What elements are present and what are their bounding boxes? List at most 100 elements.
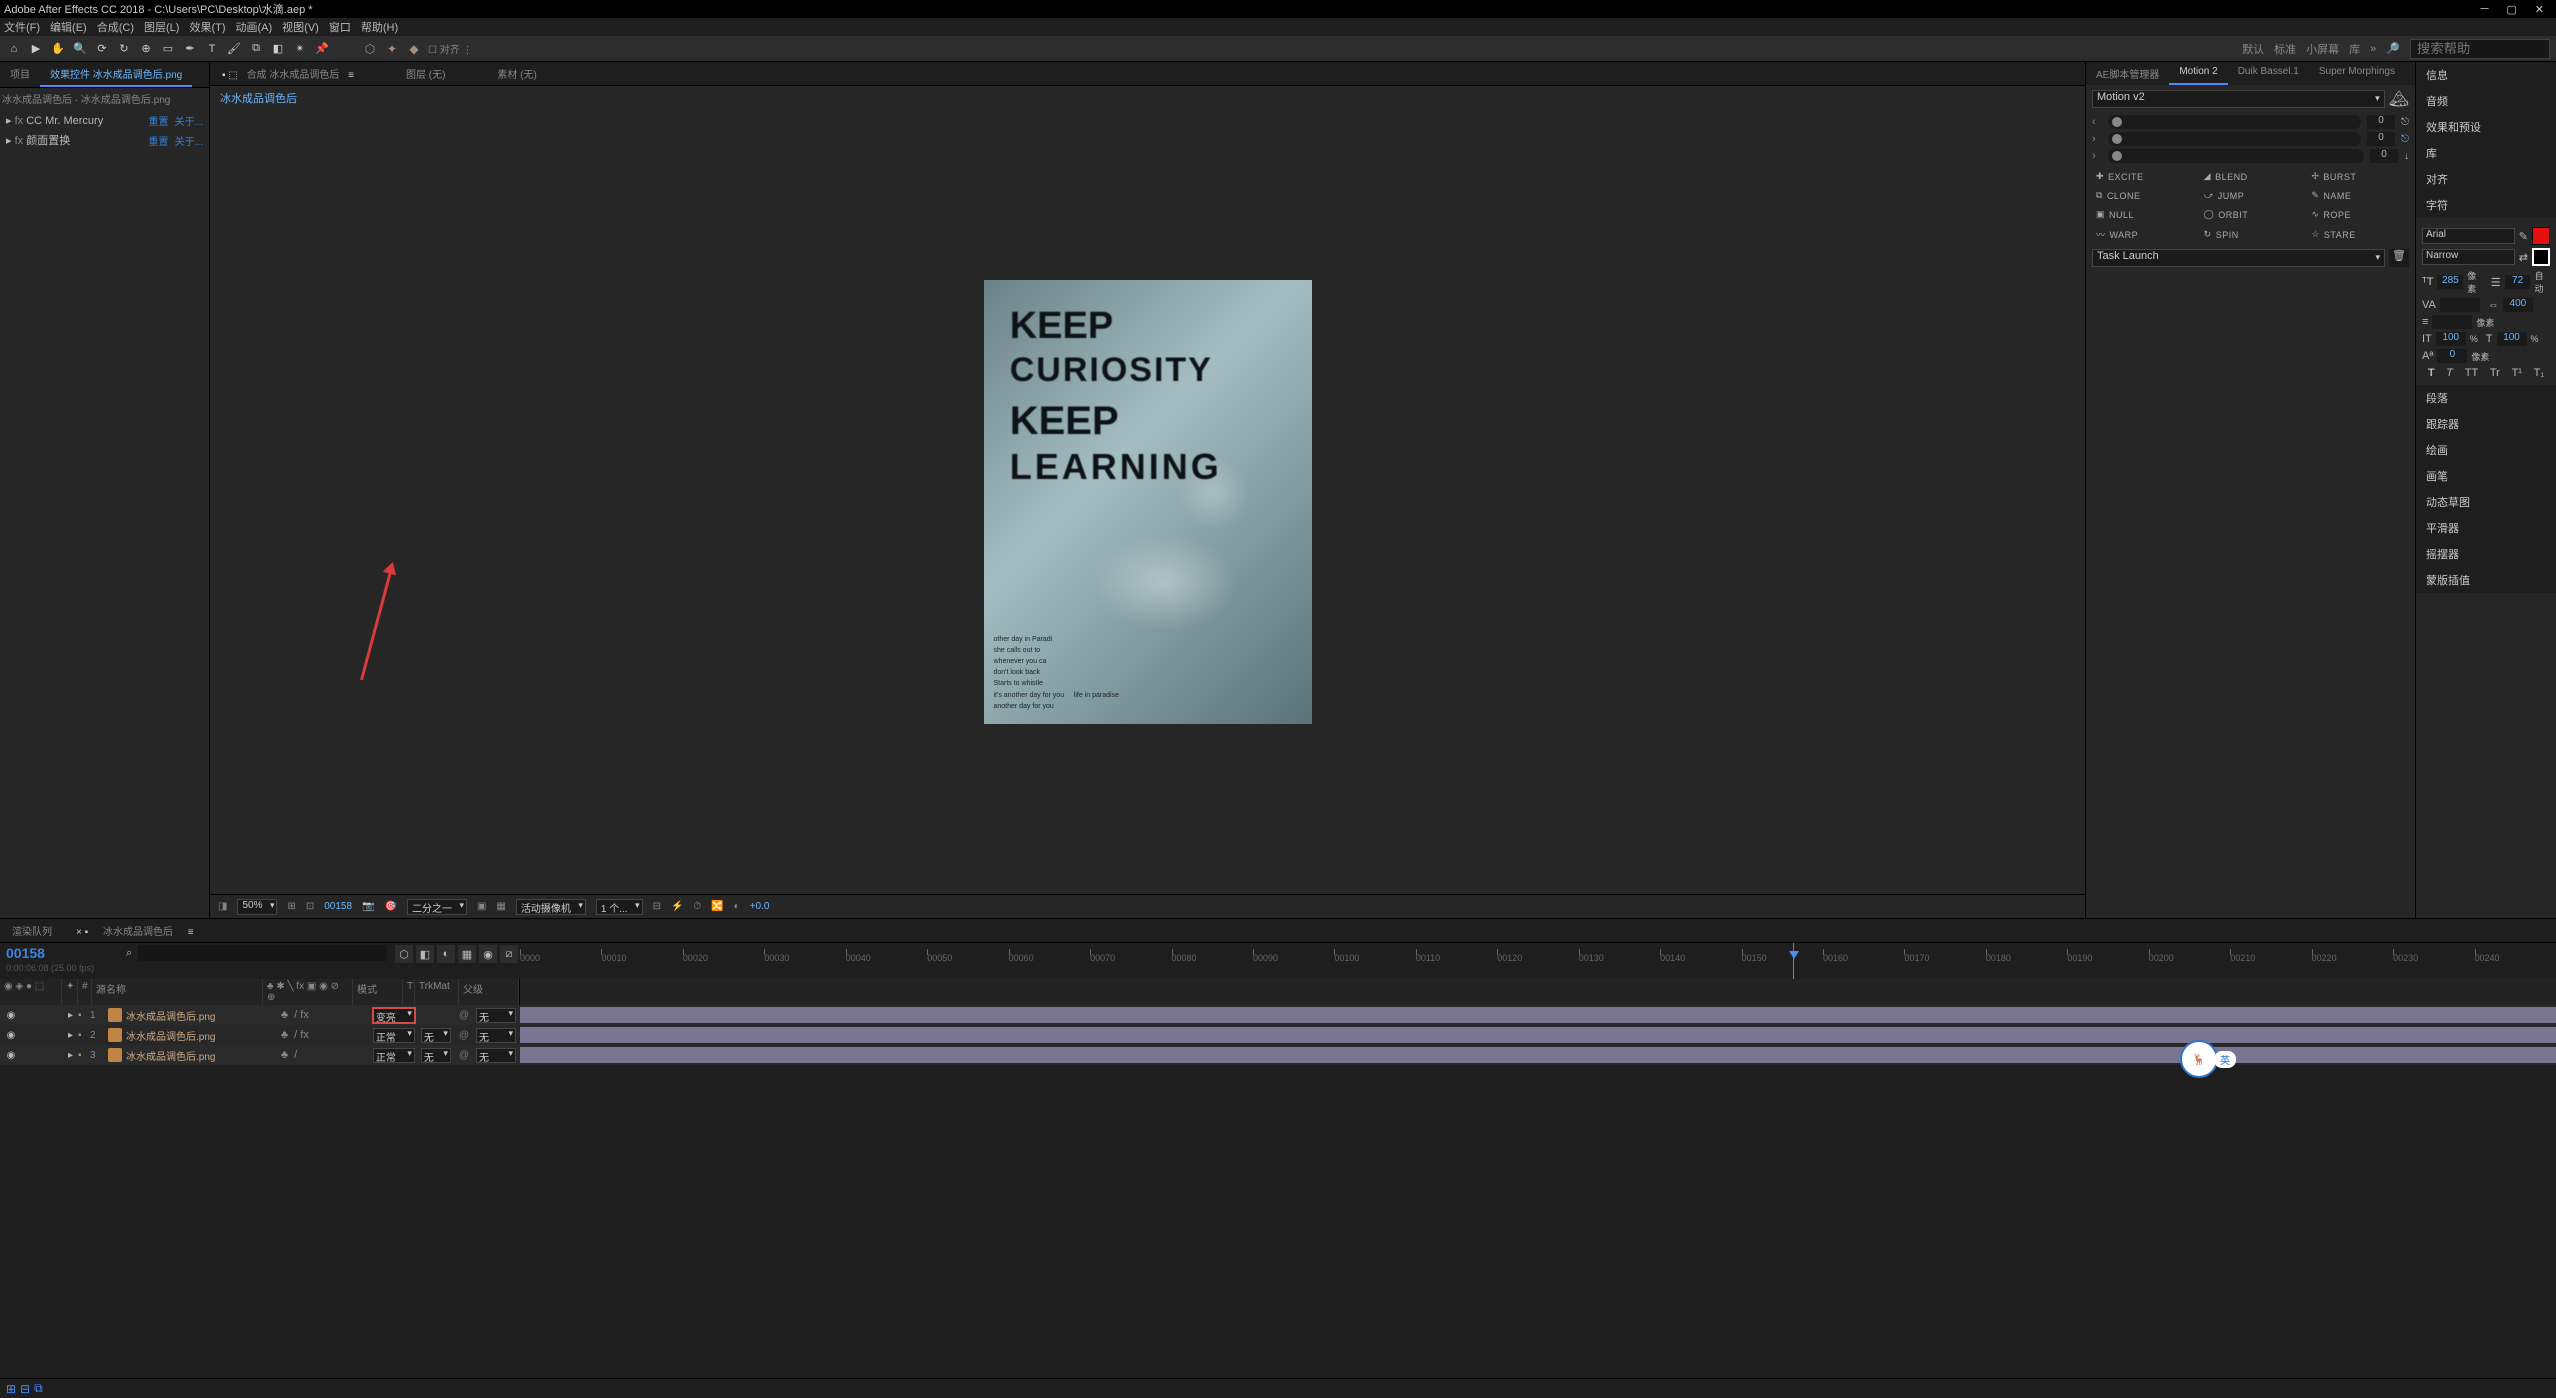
camera-dropdown[interactable]: 活动摄像机 bbox=[516, 899, 586, 915]
reset-exposure-icon[interactable]: ◐ bbox=[734, 901, 740, 912]
slider-1[interactable] bbox=[2108, 115, 2361, 129]
res-half-icon[interactable]: ⊞ bbox=[287, 901, 295, 912]
tab-duik[interactable]: Duik Bassel.1 bbox=[2228, 62, 2309, 85]
snapshot-icon[interactable]: 📷 bbox=[362, 901, 374, 912]
excite-button[interactable]: ✚ EXCITE bbox=[2092, 169, 2194, 184]
burst-button[interactable]: ✢ BURST bbox=[2307, 169, 2409, 184]
zoom-dropdown[interactable]: 50% bbox=[237, 899, 277, 915]
text-tool-icon[interactable]: T bbox=[204, 41, 220, 57]
axis-world-icon[interactable]: ✦ bbox=[384, 41, 400, 57]
pickwhip-icon[interactable]: @ bbox=[459, 1050, 469, 1061]
tracking-field[interactable]: 400 bbox=[2503, 298, 2533, 312]
fx-row[interactable]: ▸ fx 颜面置换 重置 关于... bbox=[4, 130, 205, 150]
tab-effect-controls[interactable]: 效果控件 冰水成品调色后.png bbox=[40, 62, 192, 87]
menu-composition[interactable]: 合成(C) bbox=[97, 19, 134, 35]
view-count-dropdown[interactable]: 1 个... bbox=[596, 899, 643, 915]
tab-render-queue[interactable]: 渲染队列 bbox=[0, 919, 64, 942]
menu-edit[interactable]: 编辑(E) bbox=[50, 19, 87, 35]
spin-button[interactable]: ↻ SPIN bbox=[2200, 226, 2302, 243]
workspace-default[interactable]: 默认 bbox=[2242, 41, 2264, 57]
tab-script-manager[interactable]: AE脚本管理器 bbox=[2086, 62, 2169, 85]
layer-row[interactable]: ◉ ▸ ▪ 1 冰水成品调色后.png ♣ / fx 变亮 @无 bbox=[0, 1005, 2556, 1025]
panel-motion-sketch[interactable]: 动态草图 bbox=[2416, 489, 2556, 515]
shape-tool-icon[interactable]: ▭ bbox=[160, 41, 176, 57]
stroke-width-field[interactable] bbox=[2432, 315, 2472, 329]
tab-composition[interactable]: ▪ ⬚ 合成 冰水成品调色后 ≡ bbox=[216, 62, 360, 85]
resolution-dropdown[interactable]: 二分之一 bbox=[407, 899, 467, 915]
motion-preset-dropdown[interactable]: Motion v2 bbox=[2092, 90, 2385, 108]
col-t[interactable]: T bbox=[403, 979, 415, 1005]
warp-button[interactable]: 〰 WARP bbox=[2092, 226, 2194, 243]
roi-icon[interactable]: ▣ bbox=[477, 901, 486, 912]
playhead[interactable] bbox=[1793, 943, 1794, 979]
panel-effects-presets[interactable]: 效果和预设 bbox=[2416, 114, 2556, 140]
composition-viewer[interactable]: KEEP CURIOSITY KEEP LEARNING other day i… bbox=[210, 110, 2085, 894]
brush-tool-icon[interactable]: 🖌 bbox=[226, 41, 242, 57]
pickwhip-icon[interactable]: @ bbox=[459, 1030, 469, 1041]
link-icon[interactable]: ↓ bbox=[2404, 151, 2409, 162]
panel-mask-interp[interactable]: 蒙版插值 bbox=[2416, 567, 2556, 593]
layer-search-input[interactable] bbox=[138, 945, 387, 961]
col-mode[interactable]: 模式 bbox=[353, 979, 403, 1005]
layer-duration-bar[interactable] bbox=[520, 1027, 2556, 1043]
axis-local-icon[interactable]: ⬡ bbox=[362, 41, 378, 57]
slider-2[interactable] bbox=[2108, 132, 2361, 146]
tab-motion2[interactable]: Motion 2 bbox=[2169, 62, 2227, 85]
fx-about[interactable]: 关于... bbox=[175, 137, 203, 148]
pickwhip-icon[interactable]: @ bbox=[459, 1010, 469, 1021]
panel-smoother[interactable]: 平滑器 bbox=[2416, 515, 2556, 541]
link-icon[interactable]: ⎋ bbox=[2401, 134, 2409, 145]
timecode-display[interactable]: 00158 bbox=[324, 901, 352, 912]
transparency-grid-icon[interactable]: ▦ bbox=[496, 901, 505, 912]
rotate-tool-icon[interactable]: ↻ bbox=[116, 41, 132, 57]
rope-button[interactable]: ∿ ROPE bbox=[2307, 207, 2409, 222]
fx-reset[interactable]: 重置 bbox=[149, 137, 169, 148]
exposure-value[interactable]: +0.0 bbox=[750, 901, 770, 912]
parent-dropdown[interactable]: 无 bbox=[476, 1048, 516, 1063]
layer-switches[interactable]: ♣ / bbox=[281, 1049, 371, 1061]
superscript[interactable]: T¹ bbox=[2512, 367, 2522, 379]
chevron-right-icon[interactable]: › bbox=[2092, 133, 2102, 145]
faux-bold[interactable]: T bbox=[2428, 367, 2435, 379]
kerning-field[interactable] bbox=[2440, 298, 2480, 312]
roto-tool-icon[interactable]: ✴ bbox=[292, 41, 308, 57]
panel-info[interactable]: 信息 bbox=[2416, 62, 2556, 88]
menu-window[interactable]: 窗口 bbox=[329, 19, 351, 35]
tab-timeline-comp[interactable]: × ▪ 冰水成品调色后 ≡ bbox=[64, 919, 206, 942]
blend-button[interactable]: ◢ BLEND bbox=[2200, 169, 2302, 184]
fast-preview-icon[interactable]: ⚡ bbox=[671, 901, 683, 912]
menu-view[interactable]: 视图(V) bbox=[282, 19, 319, 35]
close-button[interactable]: ✕ bbox=[2535, 3, 2544, 16]
jump-button[interactable]: ⤻ JUMP bbox=[2200, 188, 2302, 203]
maximize-button[interactable]: ▢ bbox=[2506, 3, 2516, 16]
layer-switches[interactable]: ♣ / fx bbox=[281, 1029, 371, 1041]
chevron-left-icon[interactable]: ‹ bbox=[2092, 116, 2102, 128]
menu-effect[interactable]: 效果(T) bbox=[189, 19, 225, 35]
layer-name[interactable]: 冰水成品调色后.png bbox=[124, 1048, 279, 1063]
panel-align[interactable]: 对齐 bbox=[2416, 166, 2556, 192]
menu-file[interactable]: 文件(F) bbox=[4, 19, 40, 35]
subscript[interactable]: T₁ bbox=[2534, 367, 2544, 379]
delete-icon[interactable]: 🗑 bbox=[2389, 249, 2409, 267]
show-snapshot-icon[interactable]: 🎯 bbox=[385, 901, 397, 912]
minimize-button[interactable]: ─ bbox=[2481, 3, 2489, 16]
small-caps[interactable]: Tr bbox=[2490, 367, 2500, 379]
null-button[interactable]: ▣ NULL bbox=[2092, 207, 2194, 222]
stare-button[interactable]: ☆ STARE bbox=[2307, 226, 2409, 243]
fx-row[interactable]: ▸ fx CC Mr. Mercury 重置 关于... bbox=[4, 111, 205, 130]
hide-shy-icon[interactable]: ◐ bbox=[437, 945, 455, 963]
axis-view-icon[interactable]: ◆ bbox=[406, 41, 422, 57]
name-button[interactable]: ✎ NAME bbox=[2307, 188, 2409, 203]
time-ruler[interactable]: 0000000100002000030000400005000060000700… bbox=[520, 943, 2556, 979]
snapping-label[interactable]: 对齐 bbox=[440, 45, 460, 56]
task-launch-dropdown[interactable]: Task Launch bbox=[2092, 249, 2385, 267]
baseline-field[interactable]: 0 bbox=[2437, 349, 2467, 363]
tab-material[interactable]: 素材 (无) bbox=[491, 62, 542, 85]
toggle-switches-icon[interactable]: ⊞ bbox=[6, 1382, 16, 1396]
col-source-name[interactable]: 源名称 bbox=[92, 979, 263, 1005]
panel-character[interactable]: 字符 bbox=[2416, 192, 2556, 218]
layer-name[interactable]: 冰水成品调色后.png bbox=[124, 1008, 279, 1023]
panel-brushes[interactable]: 画笔 bbox=[2416, 463, 2556, 489]
blend-mode-dropdown[interactable]: 变亮 bbox=[373, 1008, 415, 1023]
panel-tracker[interactable]: 跟踪器 bbox=[2416, 411, 2556, 437]
